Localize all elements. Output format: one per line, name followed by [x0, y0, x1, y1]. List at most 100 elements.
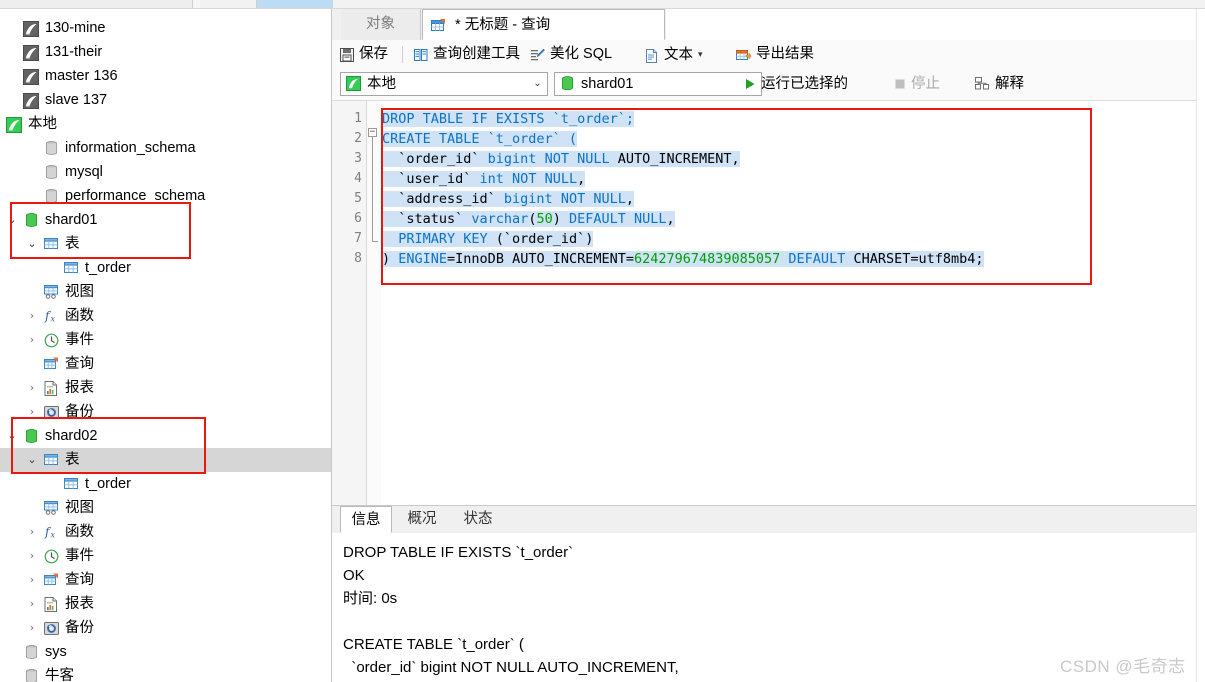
tree-item-函数[interactable]: › f x 函数 [0, 304, 331, 328]
tree-item-master 136[interactable]: master 136 [0, 64, 331, 88]
tree-item-label: 事件 [65, 548, 94, 564]
query-builder-button[interactable]: 查询创建工具 [414, 40, 520, 69]
tree-item-事件[interactable]: › 事件 [0, 328, 331, 352]
code-token: int NOT NULL [479, 171, 578, 187]
tree-item-事件[interactable]: › 事件 [0, 544, 331, 568]
backup-icon [42, 616, 60, 640]
tree-item-information_schema[interactable]: information_schema [0, 136, 331, 160]
results-tab-状态[interactable]: 状态 [452, 506, 504, 533]
chevron-right-icon[interactable]: › [25, 304, 39, 328]
tree-item-备份[interactable]: › 备份 [0, 400, 331, 424]
fold-column[interactable]: − [367, 101, 381, 505]
line-number: 5 [354, 191, 362, 206]
tree-item-performance_schema[interactable]: performance_schema [0, 184, 331, 208]
export-result-button[interactable]: 导出结果 [736, 40, 814, 69]
chevron-right-icon[interactable]: › [25, 592, 39, 616]
tree-item-表[interactable]: ⌄ 表 [0, 448, 331, 472]
tab-query[interactable]: * 无标题 - 查询 [422, 9, 665, 40]
tree-item-slave 137[interactable]: slave 137 [0, 88, 331, 112]
code-line[interactable]: PRIMARY KEY (`order_id`) [382, 229, 594, 249]
chevron-down-icon[interactable]: ⌄ [5, 208, 19, 232]
window-tab-strip-active-seg[interactable] [257, 0, 333, 8]
tab-objects[interactable]: 对象 [341, 9, 421, 40]
chevron-right-icon[interactable]: › [25, 544, 39, 568]
code-line[interactable]: ) ENGINE=InnoDB AUTO_INCREMENT=624279674… [382, 249, 984, 269]
tree-item-130-mine[interactable]: 130-mine [0, 16, 331, 40]
stop-label: 停止 [911, 76, 940, 92]
table-icon [62, 256, 80, 280]
chevron-down-icon[interactable]: ⌄ [528, 73, 547, 95]
tree-item-shard01[interactable]: ⌄ shard01 [0, 208, 331, 232]
run-selected-label: 运行已选择的 [761, 76, 848, 92]
tree-item-视图[interactable]: 视图 [0, 280, 331, 304]
chevron-down-icon[interactable]: ▾ [698, 40, 703, 69]
tree-item-查询[interactable]: › 查询 [0, 568, 331, 592]
results-tab-信息[interactable]: 信息 [340, 506, 392, 533]
stop-icon [894, 71, 906, 102]
window-tab-strip-seg-5 [333, 0, 1205, 8]
code-line[interactable]: `status` varchar(50) DEFAULT NULL, [382, 209, 675, 229]
tree-item-本地[interactable]: ⌄ 本地 [0, 112, 331, 136]
connection-select[interactable]: 本地 ⌄ [340, 72, 548, 96]
connection-icon [22, 16, 40, 40]
save-button[interactable]: 保存 [340, 40, 388, 69]
tree-item-label: 查询 [65, 572, 94, 588]
tree-item-牛客[interactable]: 牛客 [0, 664, 331, 682]
tree-item-报表[interactable]: › 报表 [0, 592, 331, 616]
tree-item-label: 本地 [28, 116, 57, 132]
chevron-down-icon[interactable]: ⌄ [25, 232, 39, 256]
code-line[interactable]: DROP TABLE IF EXISTS `t_order`; [382, 109, 634, 129]
tree-item-shard02[interactable]: ⌄ shard02 [0, 424, 331, 448]
code-line[interactable]: `address_id` bigint NOT NULL, [382, 189, 634, 209]
tree-item-label: 报表 [65, 380, 94, 396]
chevron-right-icon[interactable]: › [25, 616, 39, 640]
text-view-button[interactable]: 文本 ▾ [645, 40, 703, 69]
code-token: , [666, 211, 675, 227]
line-number: 1 [354, 111, 362, 126]
tree-item-mysql[interactable]: mysql [0, 160, 331, 184]
chevron-right-icon[interactable]: › [25, 400, 39, 424]
tree-item-t_order[interactable]: t_order [0, 256, 331, 280]
fold-toggle-icon[interactable]: − [368, 128, 377, 137]
line-number: 7 [354, 231, 362, 246]
beautify-sql-button[interactable]: 美化 SQL [531, 40, 612, 69]
tree-item-函数[interactable]: › f x 函数 [0, 520, 331, 544]
explain-button[interactable]: 解释 [975, 69, 1024, 100]
sql-editor[interactable]: 1 2 3 4 5 6 7 8 − DROP TABLE IF EXISTS `t_order… [332, 101, 1205, 506]
database-navigator-tree[interactable]: 130-mine 131-their master 136 slave 137 ⌄ 本地 i… [0, 9, 332, 682]
results-tab-概况[interactable]: 概况 [396, 506, 448, 533]
tree-item-表[interactable]: ⌄ 表 [0, 232, 331, 256]
window-scrollbar[interactable] [1196, 9, 1205, 682]
run-selected-button[interactable]: 运行已选择的 [744, 69, 848, 100]
tree-item-t_order[interactable]: t_order [0, 472, 331, 496]
view-icon [42, 496, 60, 520]
code-token: ENGINE [398, 251, 448, 267]
view-icon [42, 280, 60, 304]
code-line[interactable]: CREATE TABLE `t_order` ( [382, 129, 578, 149]
save-label: 保存 [359, 46, 388, 62]
tree-item-备份[interactable]: › 备份 [0, 616, 331, 640]
tree-item-报表[interactable]: › 报表 [0, 376, 331, 400]
code-line[interactable]: `user_id` int NOT NULL, [382, 169, 586, 189]
explain-label: 解释 [995, 76, 1024, 92]
event-icon [42, 328, 60, 352]
chevron-down-icon[interactable]: ⌄ [0, 112, 2, 136]
tree-item-131-their[interactable]: 131-their [0, 40, 331, 64]
chevron-down-icon[interactable]: ⌄ [25, 448, 39, 472]
chevron-right-icon[interactable]: › [25, 520, 39, 544]
tree-item-label: 131-their [45, 44, 103, 60]
tree-item-视图[interactable]: 视图 [0, 496, 331, 520]
code-line[interactable]: `order_id` bigint NOT NULL AUTO_INCREMEN… [382, 149, 740, 169]
tree-item-查询[interactable]: 查询 [0, 352, 331, 376]
tree-item-sys[interactable]: sys [0, 640, 331, 664]
chevron-right-icon[interactable]: › [25, 568, 39, 592]
chevron-right-icon[interactable]: › [25, 376, 39, 400]
database-select[interactable]: shard01 ⌄ [554, 72, 762, 96]
chevron-right-icon[interactable]: › [25, 328, 39, 352]
chevron-down-icon[interactable]: ⌄ [5, 424, 19, 448]
code-token: `address_id` [382, 191, 504, 207]
tree-item-label: mysql [65, 164, 103, 180]
code-token [382, 231, 399, 247]
editor-code[interactable]: DROP TABLE IF EXISTS `t_order`; CREATE TA… [382, 101, 1205, 505]
tree-item-label: shard01 [45, 212, 98, 228]
